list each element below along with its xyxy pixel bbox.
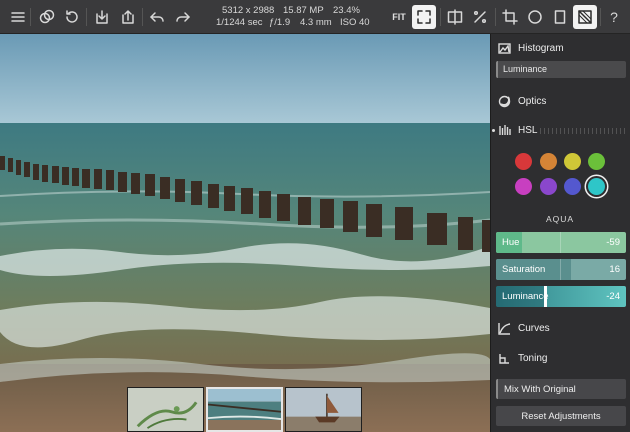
hsl-section[interactable]: HSL [498, 124, 537, 137]
undo-icon[interactable] [145, 5, 169, 29]
histogram-section[interactable]: Histogram [498, 42, 564, 55]
curves-section[interactable]: Curves [498, 322, 550, 335]
exif-focal: 4.3 mm [300, 17, 332, 28]
swatch-magenta[interactable] [515, 178, 532, 195]
import-icon[interactable] [90, 5, 114, 29]
plant-thumbnail[interactable] [127, 387, 204, 432]
photo-canvas[interactable] [0, 34, 490, 432]
swatch-blue[interactable] [564, 178, 581, 195]
exif-iso: ISO 40 [340, 17, 370, 28]
circle-icon[interactable] [523, 5, 547, 29]
redo-icon[interactable] [171, 5, 195, 29]
luminance-slider[interactable]: Luminance -24 [496, 286, 626, 307]
exif-aperture: ƒ/1.9 [269, 17, 291, 28]
crop-icon[interactable] [498, 5, 522, 29]
histogram-icon [498, 43, 511, 54]
toolbar-divider [495, 8, 496, 26]
swatch-red[interactable] [515, 153, 532, 170]
hsl-icon [499, 125, 511, 135]
toolbar-divider [440, 8, 441, 26]
swatch-purple[interactable] [540, 178, 557, 195]
hsl-ruler [540, 128, 626, 134]
histogram-mode-select[interactable]: Luminance [496, 61, 626, 78]
toolbar-divider [142, 8, 143, 26]
layers-icon[interactable] [35, 5, 59, 29]
hue-label: Hue [502, 237, 520, 248]
presets-icon[interactable] [468, 5, 492, 29]
saturation-label: Saturation [502, 264, 546, 275]
toolbar-divider [86, 8, 87, 26]
swatch-yellow[interactable] [564, 153, 581, 170]
boat-thumbnail[interactable] [285, 387, 362, 432]
swatch-aqua[interactable] [588, 178, 605, 195]
aspect-icon[interactable] [548, 5, 572, 29]
curves-icon [498, 323, 511, 335]
hsl-label: HSL [518, 125, 538, 136]
beach-thumbnail[interactable] [206, 387, 283, 432]
mix-with-original-button[interactable]: Mix With Original [496, 379, 626, 399]
share-icon[interactable] [116, 5, 140, 29]
help-icon[interactable]: ? [602, 5, 626, 29]
exif-shutter: 1/1244 sec [216, 17, 263, 28]
hue-value: -59 [606, 237, 620, 248]
saturation-slider[interactable]: Saturation 16 [496, 259, 626, 280]
hsl-active-dot [492, 129, 495, 132]
curves-label: Curves [518, 323, 550, 334]
toning-label: Toning [518, 353, 548, 364]
slider-center-mark [560, 232, 561, 253]
mask-icon[interactable] [573, 5, 597, 29]
swatch-green[interactable] [588, 153, 605, 170]
optics-section[interactable]: Optics [498, 95, 546, 108]
optics-icon [498, 95, 511, 108]
history-icon[interactable] [60, 5, 84, 29]
luminance-value: -24 [606, 291, 620, 302]
beach-photo [0, 34, 490, 432]
optics-label: Optics [518, 96, 547, 107]
swatch-orange[interactable] [540, 153, 557, 170]
menu-icon[interactable] [6, 5, 30, 29]
compare-icon[interactable] [443, 5, 467, 29]
slider-center-mark [560, 259, 561, 280]
reset-adjustments-button[interactable]: Reset Adjustments [496, 406, 626, 426]
luminance-label: Luminance [502, 291, 549, 302]
saturation-value: 16 [609, 264, 620, 275]
hue-slider[interactable]: Hue -59 [496, 232, 626, 253]
fit-button[interactable]: FIT [387, 5, 411, 29]
toning-icon [499, 354, 509, 364]
toning-section[interactable]: Toning [498, 352, 547, 365]
filmstrip [127, 387, 363, 432]
toolbar-divider [600, 8, 601, 26]
selected-color-name: AQUA [545, 214, 575, 224]
toolbar-divider [30, 8, 31, 26]
histogram-label: Histogram [518, 43, 564, 54]
fullscreen-icon[interactable] [412, 5, 436, 29]
top-toolbar: 5312 x 2988 15.87 MP 23.4% 1/1244 sec ƒ/… [0, 0, 630, 34]
